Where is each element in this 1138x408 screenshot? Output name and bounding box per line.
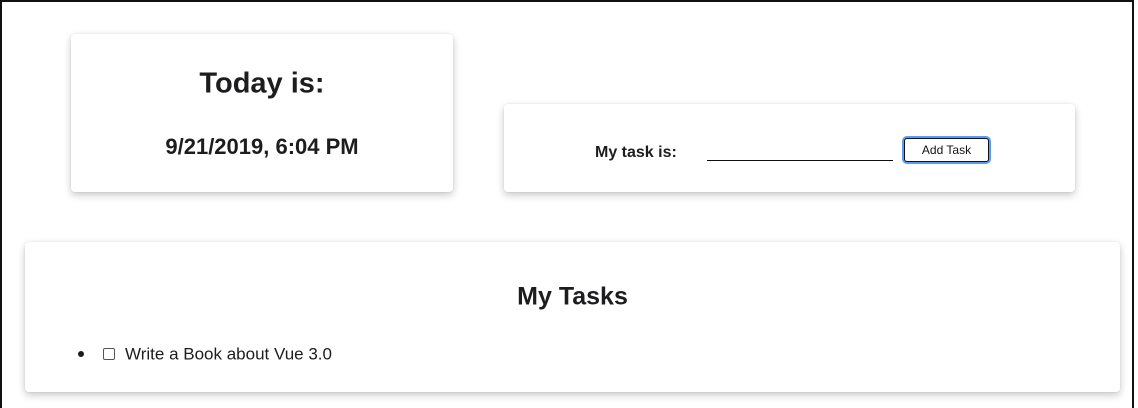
task-checkbox[interactable] [103,348,115,360]
task-input-label: My task is: [595,144,677,161]
current-datetime: 9/21/2019, 6:04 PM [165,134,359,159]
task-label: Write a Book about Vue 3.0 [125,344,332,364]
today-card: Today is: 9/21/2019, 6:04 PM [71,34,453,192]
today-heading: Today is: [199,67,325,100]
tasks-heading: My Tasks [517,282,628,311]
add-task-card: My task is: Add Task [504,104,1075,192]
tasks-card: My Tasks Write a Book about Vue 3.0 [25,242,1120,392]
add-task-button[interactable]: Add Task [904,138,989,162]
bullet-icon [78,351,84,357]
task-input[interactable] [707,141,893,161]
